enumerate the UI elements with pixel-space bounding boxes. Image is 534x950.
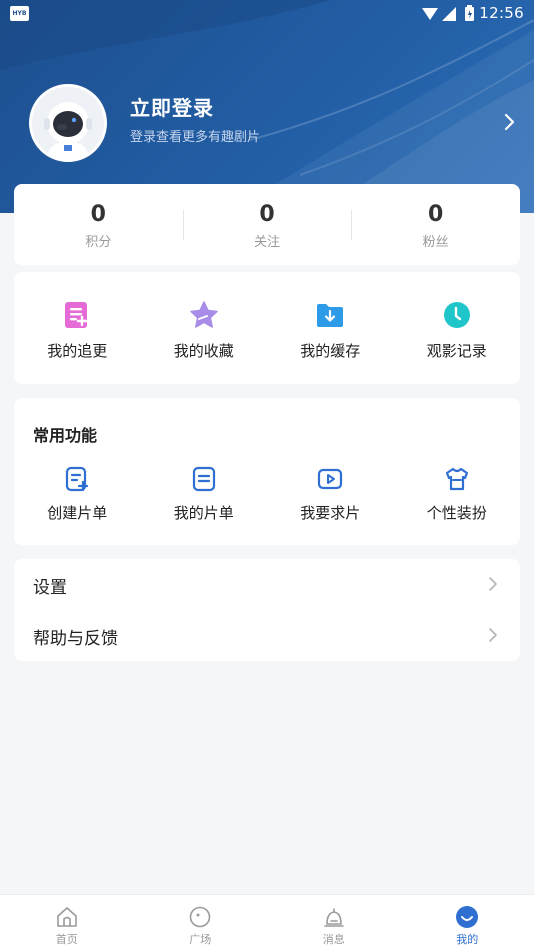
folder-download-icon [317, 304, 344, 327]
chevron-right-icon [489, 577, 497, 591]
list-icon [192, 466, 215, 492]
section-title: 常用功能 [33, 426, 98, 445]
nav-label: 广场 [189, 933, 212, 946]
menu-item-settings[interactable]: 设置 [14, 559, 520, 610]
chevron-right-icon[interactable] [499, 110, 519, 134]
quick-action-favorites[interactable]: 我的收藏 [141, 272, 268, 384]
stat-following[interactable]: 0 关注 [182, 184, 352, 265]
menu-item-help-feedback[interactable]: 帮助与反馈 [14, 610, 520, 661]
common-functions-card: 常用功能 创建片单 我的片单 我要求片 个性装扮 [14, 398, 520, 545]
stat-label: 粉丝 [422, 235, 449, 250]
wifi-icon [422, 8, 438, 20]
signal-icon [442, 7, 456, 21]
quick-action-label: 我的收藏 [173, 342, 234, 360]
stats-card: 0 积分 0 关注 0 粉丝 [14, 184, 520, 265]
nav-tab-messages[interactable]: 消息 [267, 895, 401, 950]
menu-item-label: 设置 [33, 578, 67, 598]
quick-action-label: 我的追更 [47, 342, 108, 360]
shirt-icon [445, 467, 468, 491]
profile-header: HYB 12:56 立即登录 登录查看更多有趣剧片 [0, 0, 534, 213]
bottom-navigation: 首页 广场 消息 我的 [0, 894, 534, 950]
status-bar: HYB 12:56 [0, 0, 534, 28]
function-label: 个性装扮 [426, 504, 487, 522]
quick-action-downloads[interactable]: 我的缓存 [267, 272, 394, 384]
stat-value: 0 [259, 202, 275, 227]
quick-actions-card: 我的追更 我的收藏 我的缓存 观影记录 [14, 272, 520, 384]
star-icon [190, 301, 218, 328]
plaza-icon [189, 906, 211, 928]
function-create-list[interactable]: 创建片单 [14, 462, 141, 523]
stat-label: 关注 [254, 235, 281, 250]
nav-tab-home[interactable]: 首页 [0, 895, 134, 950]
stat-value: 0 [90, 202, 106, 227]
login-title[interactable]: 立即登录 [130, 92, 214, 121]
function-my-list[interactable]: 我的片单 [141, 462, 268, 523]
play-request-icon [318, 468, 343, 490]
function-request-movie[interactable]: 我要求片 [267, 462, 394, 523]
list-plus-icon [65, 302, 88, 328]
avatar[interactable] [29, 84, 107, 162]
quick-action-history[interactable]: 观影记录 [394, 272, 521, 384]
app-notification-icon: HYB [10, 6, 29, 21]
stat-label: 积分 [85, 235, 112, 250]
login-subtitle: 登录查看更多有趣剧片 [130, 130, 261, 145]
quick-action-follow-updates[interactable]: 我的追更 [14, 272, 141, 384]
stat-fans[interactable]: 0 粉丝 [351, 184, 520, 265]
quick-action-label: 观影记录 [426, 342, 487, 360]
function-label: 我的片单 [173, 504, 234, 522]
menu-item-label: 帮助与反馈 [33, 629, 118, 649]
create-list-icon [66, 466, 89, 492]
login-entry[interactable]: 立即登录 登录查看更多有趣剧片 [29, 84, 519, 164]
stat-value: 0 [428, 202, 444, 227]
chevron-right-icon [489, 628, 497, 642]
clock-icon [443, 302, 470, 328]
nav-label: 我的 [456, 933, 479, 946]
nav-tab-mine[interactable]: 我的 [401, 895, 534, 950]
quick-action-label: 我的缓存 [300, 342, 361, 360]
stat-points[interactable]: 0 积分 [14, 184, 183, 265]
astronaut-avatar-icon [32, 87, 104, 159]
bell-icon [323, 908, 344, 927]
home-icon [56, 907, 77, 927]
nav-label: 首页 [55, 933, 78, 946]
nav-tab-plaza[interactable]: 广场 [134, 895, 268, 950]
clock-time: 12:56 [479, 4, 524, 22]
function-label: 我要求片 [300, 504, 361, 522]
function-label: 创建片单 [47, 504, 108, 522]
settings-menu-card: 设置 帮助与反馈 [14, 559, 520, 661]
system-status-icons [422, 5, 474, 21]
function-dress-up[interactable]: 个性装扮 [394, 462, 521, 523]
nav-label: 消息 [322, 933, 345, 946]
profile-icon [456, 906, 479, 928]
